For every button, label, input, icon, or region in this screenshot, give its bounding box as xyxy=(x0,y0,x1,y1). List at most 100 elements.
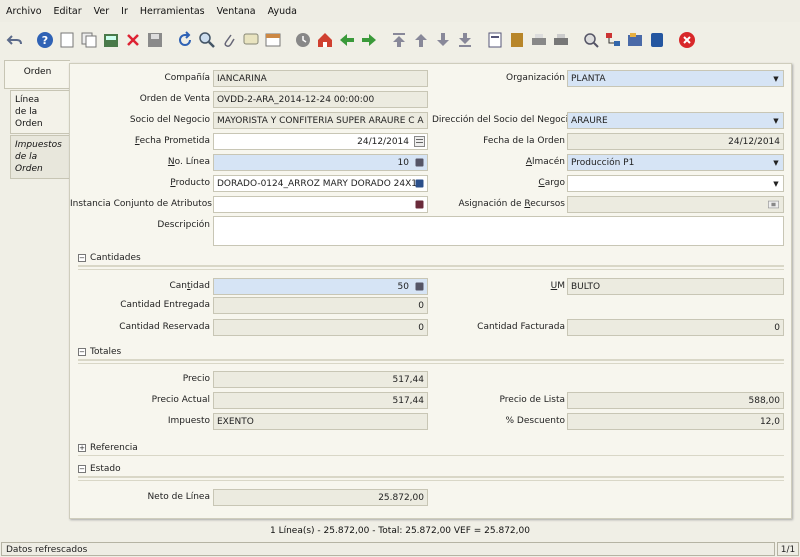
product-lookup-icon[interactable] xyxy=(413,177,426,190)
impuesto-field[interactable]: EXENTO xyxy=(213,413,428,430)
menu-ir[interactable]: Ir xyxy=(121,6,128,17)
close-window-icon[interactable] xyxy=(678,31,696,49)
section-referencia[interactable]: + Referencia xyxy=(78,441,784,456)
um-field[interactable]: BULTO xyxy=(567,278,784,295)
section-totales-label: Totales xyxy=(90,347,122,357)
chevron-down-icon[interactable]: ▼ xyxy=(769,113,783,128)
neto-linea-field[interactable]: 25.872,00 xyxy=(213,489,428,506)
find-icon[interactable] xyxy=(198,31,216,49)
forward-icon[interactable] xyxy=(360,31,378,49)
back-icon[interactable] xyxy=(338,31,356,49)
asignacion-field[interactable] xyxy=(567,196,784,213)
section-estado[interactable]: − Estado xyxy=(78,462,784,477)
record-counter[interactable]: 1/1 xyxy=(777,542,799,556)
calendar-icon[interactable] xyxy=(264,31,282,49)
first-icon[interactable] xyxy=(390,31,408,49)
last-icon[interactable] xyxy=(456,31,474,49)
tab-orden[interactable]: Orden xyxy=(4,60,70,89)
fecha-prometida-value: 24/12/2014 xyxy=(357,137,409,147)
menu-editar[interactable]: Editar xyxy=(54,6,82,17)
cantidad-reservada-field[interactable]: 0 xyxy=(213,319,428,336)
collapse-icon[interactable]: − xyxy=(78,348,86,356)
toolbar: ? xyxy=(0,24,800,56)
orden-venta-field[interactable]: OVDD-2-ARA_2014-12-24 00:00:00 xyxy=(213,91,428,108)
impuesto-label: Impuesto xyxy=(167,416,210,426)
no-linea-field[interactable]: 10 xyxy=(213,154,428,171)
menu-archivo[interactable]: Archivo xyxy=(6,6,42,17)
socio-field[interactable]: MAYORISTA Y CONFITERIA SUPER ARAURE C A xyxy=(213,112,428,129)
fecha-prometida-field[interactable]: 24/12/2014 xyxy=(213,133,428,150)
fecha-prometida-label-rest: echa Prometida xyxy=(139,136,210,146)
producto-label: Producto xyxy=(170,178,210,188)
direccion-socio-select[interactable]: ARAURE ▼ xyxy=(567,112,784,129)
home-icon[interactable] xyxy=(316,31,334,49)
compania-field[interactable]: IANCARINA xyxy=(213,70,428,87)
tab-impuestos-label-1: Impuestos xyxy=(15,140,62,150)
report-icon[interactable] xyxy=(486,31,504,49)
next-icon[interactable] xyxy=(434,31,452,49)
process-icon[interactable] xyxy=(648,31,666,49)
cantidad-reservada-label: Cantidad Reservada xyxy=(119,322,210,332)
instancia-label: Instancia Conjunto de Atributos xyxy=(70,199,212,209)
producto-field[interactable]: DORADO-0124_ARROZ MARY DORADO 24X1 xyxy=(213,175,428,192)
cantidad-facturada-label: Cantidad Facturada xyxy=(477,322,565,332)
section-cantidades[interactable]: − Cantidades xyxy=(78,251,784,266)
direccion-socio-label: Dirección del Socio del Negocio xyxy=(432,115,574,125)
collapse-icon[interactable]: − xyxy=(78,254,86,262)
undo-icon[interactable] xyxy=(6,31,24,49)
descripcion-field[interactable] xyxy=(213,216,784,246)
precio-field[interactable]: 517,44 xyxy=(213,371,428,388)
zoom-across-icon[interactable] xyxy=(582,31,600,49)
print-preview-icon[interactable] xyxy=(530,31,548,49)
delete-icon[interactable] xyxy=(124,31,142,49)
tab-linea-orden[interactable]: Línea de la Orden xyxy=(10,90,70,134)
calculator-icon[interactable] xyxy=(413,280,426,293)
compania-label: Compañía xyxy=(164,73,210,83)
cargo-select[interactable]: ▼ xyxy=(567,175,784,192)
precio-lista-field[interactable]: 588,00 xyxy=(567,392,784,409)
cantidad-facturada-field[interactable]: 0 xyxy=(567,319,784,336)
calculator-icon[interactable] xyxy=(413,156,426,169)
history-icon[interactable] xyxy=(294,31,312,49)
menu-ver[interactable]: Ver xyxy=(94,6,110,17)
previous-icon[interactable] xyxy=(412,31,430,49)
menu-ayuda[interactable]: Ayuda xyxy=(268,6,297,17)
precio-actual-field[interactable]: 517,44 xyxy=(213,392,428,409)
tab-impuestos-orden[interactable]: Impuestos de la Orden xyxy=(10,135,70,179)
attribute-set-icon[interactable] xyxy=(413,198,426,211)
organizacion-select[interactable]: PLANTA ▼ xyxy=(567,70,784,87)
workflow-icon[interactable] xyxy=(604,31,622,49)
chevron-down-icon[interactable]: ▼ xyxy=(769,71,783,86)
order-summary: 1 Línea(s) - 25.872,00 - Total: 25.872,0… xyxy=(270,526,530,536)
precio-label: Precio xyxy=(182,374,210,384)
cantidad-field[interactable]: 50 xyxy=(213,278,428,295)
menu-ventana[interactable]: Ventana xyxy=(217,6,256,17)
collapse-icon[interactable]: − xyxy=(78,465,86,473)
archive-icon[interactable] xyxy=(508,31,526,49)
section-totales[interactable]: − Totales xyxy=(78,345,784,360)
product-info-icon[interactable] xyxy=(626,31,644,49)
save-disk-icon[interactable] xyxy=(146,31,164,49)
descuento-field[interactable]: 12,0 xyxy=(567,413,784,430)
chevron-down-icon[interactable]: ▼ xyxy=(769,176,783,191)
asignacion-label: Asignación de Recursos xyxy=(458,199,565,209)
fecha-orden-field[interactable]: 24/12/2014 xyxy=(567,133,784,150)
chevron-down-icon[interactable]: ▼ xyxy=(769,155,783,170)
save-icon[interactable] xyxy=(102,31,120,49)
new-icon[interactable] xyxy=(58,31,76,49)
resource-assign-icon[interactable] xyxy=(765,198,781,211)
cantidad-entregada-field[interactable]: 0 xyxy=(213,297,428,314)
calendar-icon[interactable] xyxy=(413,135,426,148)
refresh-icon[interactable] xyxy=(176,31,194,49)
menu-herramientas[interactable]: Herramientas xyxy=(140,6,205,17)
instancia-field[interactable] xyxy=(213,196,428,213)
attachment-icon[interactable] xyxy=(220,31,238,49)
chat-icon[interactable] xyxy=(242,31,260,49)
print-icon[interactable] xyxy=(552,31,570,49)
help-icon[interactable]: ? xyxy=(36,31,54,49)
section-cantidades-label: Cantidades xyxy=(90,253,141,263)
expand-icon[interactable]: + xyxy=(78,444,86,452)
copy-icon[interactable] xyxy=(80,31,98,49)
almacen-select[interactable]: Producción P1 ▼ xyxy=(567,154,784,171)
precio-actual-label: Precio Actual xyxy=(151,395,210,405)
